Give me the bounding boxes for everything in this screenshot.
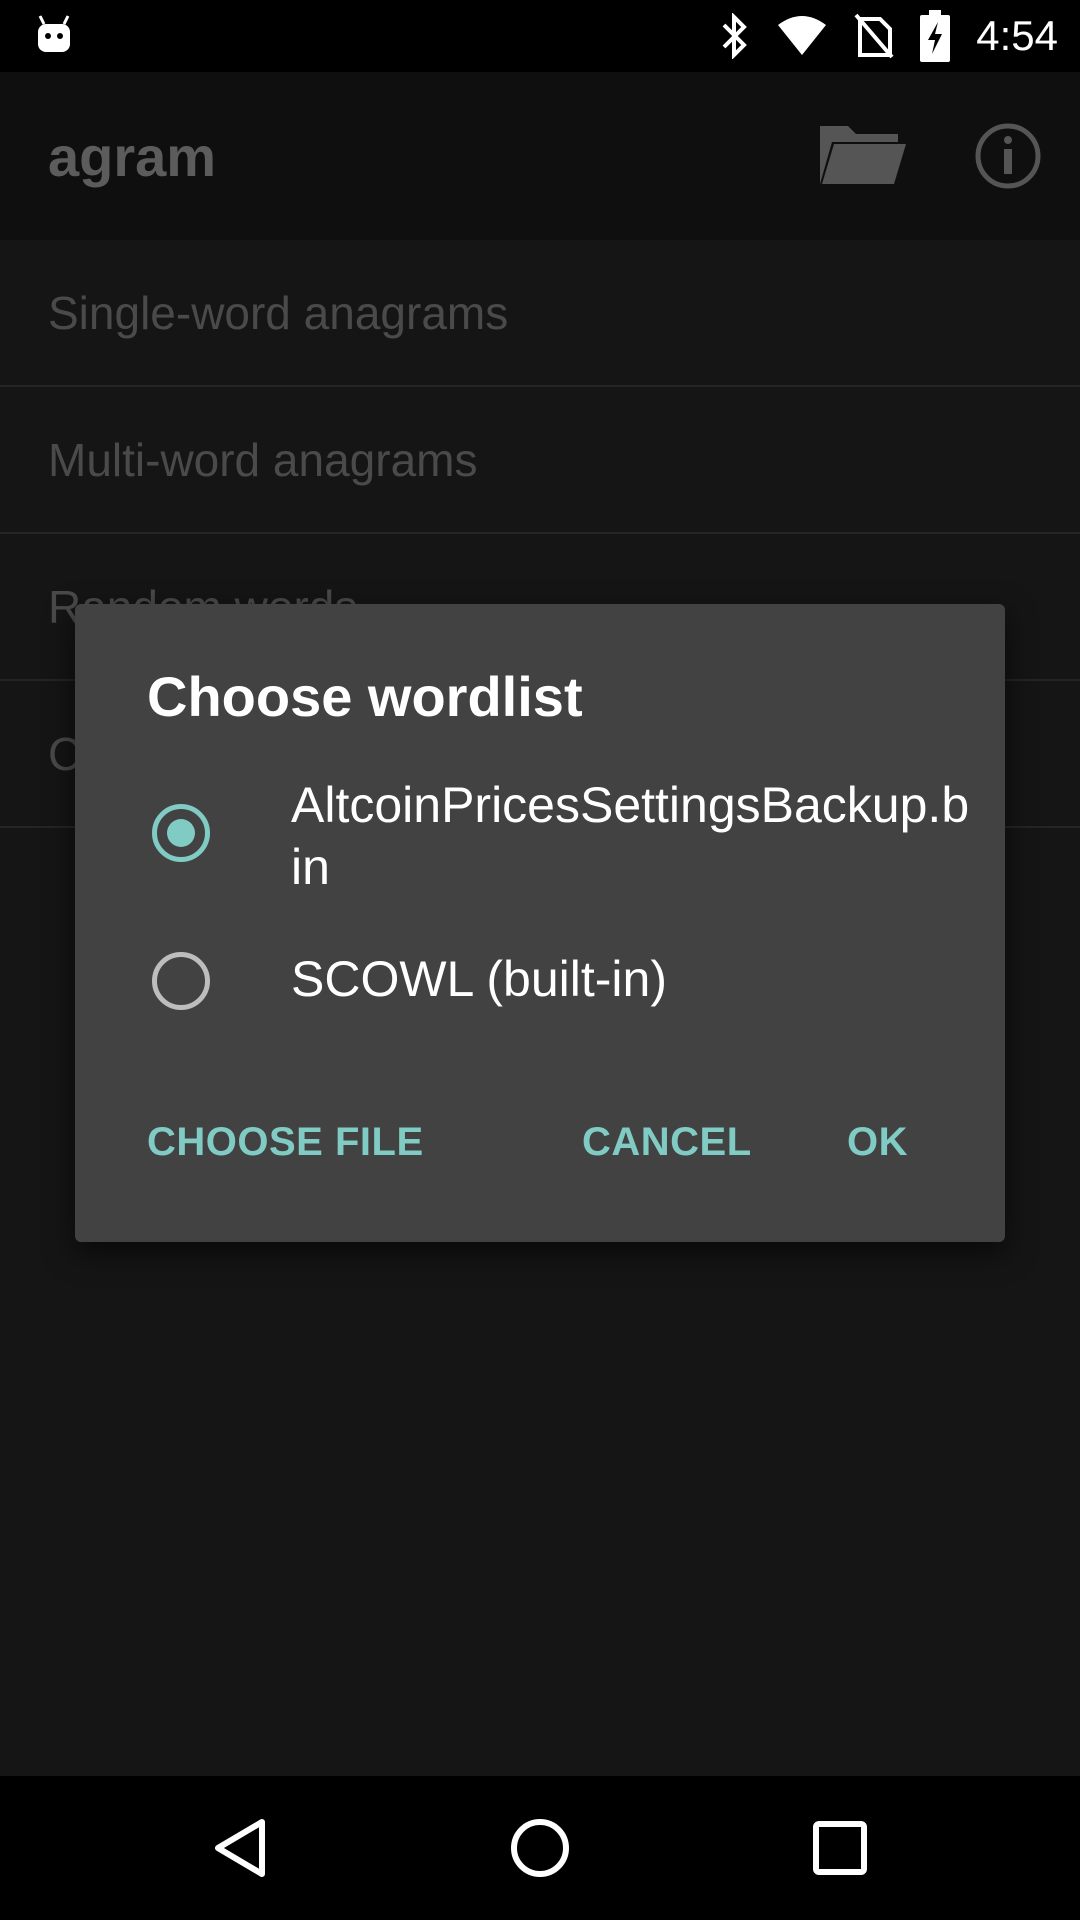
wordlist-option-label: SCOWL (built-in): [291, 951, 667, 1007]
no-sim-icon: [854, 13, 894, 59]
wordlist-option-altcoin[interactable]: AltcoinPricesSettingsBackup.bin: [75, 774, 1005, 924]
list-item-single-word[interactable]: Single-word anagrams: [0, 240, 1080, 387]
choose-wordlist-dialog: Choose wordlist AltcoinPricesSettingsBac…: [75, 604, 1005, 1242]
app-bar: agram: [0, 72, 1080, 240]
list-item-label: Single-word anagrams: [48, 286, 509, 339]
list-item-label: Multi-word anagrams: [48, 433, 478, 486]
cancel-button[interactable]: CANCEL: [582, 1120, 752, 1165]
bluetooth-icon: [722, 13, 748, 59]
home-icon[interactable]: [508, 1816, 572, 1880]
back-icon[interactable]: [210, 1816, 274, 1880]
wordlist-option-scowl[interactable]: SCOWL (built-in): [75, 926, 1005, 1026]
dialog-title: Choose wordlist: [147, 665, 583, 728]
status-time: 4:54: [976, 12, 1058, 59]
app-title: agram: [48, 125, 217, 188]
wordlist-option-label: AltcoinPricesSettingsBackup.bin: [291, 777, 970, 895]
wifi-icon: [778, 16, 827, 55]
choose-file-button[interactable]: CHOOSE FILE: [147, 1120, 424, 1165]
radio-button-checked[interactable]: [152, 804, 210, 862]
ok-button[interactable]: OK: [847, 1120, 908, 1165]
recents-icon[interactable]: [808, 1816, 872, 1880]
info-icon[interactable]: [974, 122, 1042, 190]
navigation-bar: [0, 1776, 1080, 1920]
screen: 4:54 agram Single-word anagrams Multi-wo…: [0, 0, 1080, 1920]
radio-button-unchecked[interactable]: [152, 952, 210, 1010]
list-item-multi-word[interactable]: Multi-word anagrams: [0, 387, 1080, 534]
folder-icon[interactable]: [818, 120, 908, 190]
status-bar: 4:54: [0, 0, 1080, 72]
battery-charging-icon: [920, 10, 951, 62]
android-notification-icon: [38, 15, 70, 52]
